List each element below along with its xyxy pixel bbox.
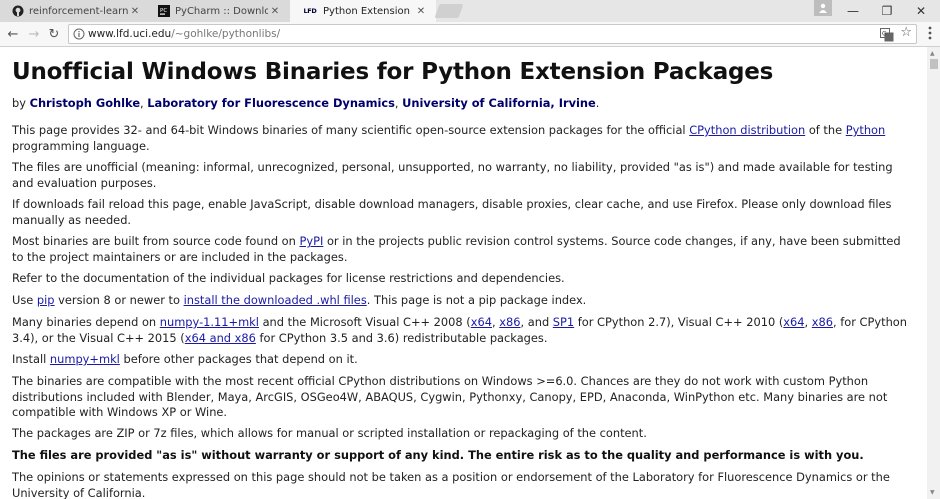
downloads-fail-paragraph: If downloads fail reload this page, enab… (12, 197, 892, 227)
back-button[interactable]: ← (4, 25, 22, 43)
pypi-link[interactable]: PyPI (299, 234, 323, 248)
close-tab-icon[interactable]: ✕ (268, 6, 282, 17)
browser-toolbar: ← → ↻ www.lfd.uci.edu/~gohlke/pythonlibs… (0, 22, 940, 47)
text: version 8 or newer to (54, 293, 184, 307)
disclaimer-paragraph: The opinions or statements expressed on … (12, 470, 890, 499)
new-tab-button[interactable] (434, 4, 464, 18)
cpython-distribution-link[interactable]: CPython distribution (689, 123, 805, 137)
maximize-button[interactable]: ❐ (870, 0, 904, 22)
github-icon (12, 5, 24, 17)
byline-prefix: by (12, 96, 30, 110)
author-link[interactable]: Christoph Gohlke (30, 96, 140, 110)
tab-python-extension-packages[interactable]: LFD Python Extension Packa ✕ (290, 0, 436, 22)
url-path: /~gohlke/pythonlibs/ (171, 28, 281, 40)
tab-label: Python Extension Packa (323, 5, 414, 17)
url-text[interactable]: www.lfd.uci.edu/~gohlke/pythonlibs/ (88, 28, 280, 40)
svg-text:G: G (882, 31, 887, 38)
university-link[interactable]: University of California, Irvine (402, 96, 596, 110)
address-bar[interactable]: www.lfd.uci.edu/~gohlke/pythonlibs/ G ☆ (68, 24, 917, 44)
packages-format-paragraph: The packages are ZIP or 7z files, which … (12, 426, 647, 440)
bookmark-star-icon[interactable]: ☆ (900, 25, 912, 40)
lab-link[interactable]: Laboratory for Fluorescence Dynamics (147, 96, 395, 110)
page-content: Unofficial Windows Binaries for Python E… (0, 47, 927, 499)
dependencies-paragraph: Many binaries depend on numpy-1.11+mkl a… (12, 315, 912, 346)
intro-paragraph: This page provides 32- and 64-bit Window… (12, 123, 912, 154)
text: Install (12, 352, 50, 366)
install-whl-link[interactable]: install the downloaded .whl files (184, 293, 367, 307)
translate-icon[interactable]: G (880, 27, 894, 42)
lfd-icon: LFD (302, 5, 318, 17)
text: Many binaries depend on (12, 315, 160, 329)
menu-icon[interactable] (924, 24, 936, 42)
text: of the (805, 123, 846, 137)
text: for CPython 2.7), Visual C++ 2010 ( (574, 315, 784, 329)
unofficial-paragraph: The files are unofficial (meaning: infor… (12, 160, 893, 190)
vc2008-sp1-link[interactable]: SP1 (553, 315, 574, 329)
text: and the Microsoft Visual C++ 2008 ( (258, 315, 471, 329)
profile-icon[interactable] (814, 0, 832, 16)
close-window-button[interactable]: ✕ (904, 0, 938, 22)
tab-label: reinforcement-learning/ (29, 5, 128, 17)
info-icon[interactable] (72, 27, 86, 41)
vc2008-x86-link[interactable]: x86 (499, 315, 520, 329)
close-tab-icon[interactable]: ✕ (414, 6, 428, 17)
vc2015-link[interactable]: x64 and x86 (185, 331, 256, 345)
pip-link[interactable]: pip (37, 293, 55, 307)
python-link[interactable]: Python (846, 123, 885, 137)
forward-button[interactable]: → (25, 25, 43, 43)
text: , and (520, 315, 553, 329)
scroll-down-icon[interactable]: ▼ (930, 489, 935, 496)
text: . This page is not a pip package index. (366, 293, 587, 307)
page-title: Unofficial Windows Binaries for Python E… (12, 59, 774, 85)
lfd-favicon-text: LFD (303, 7, 317, 15)
svg-text:PC: PC (160, 8, 167, 14)
reload-button[interactable]: ↻ (45, 25, 63, 43)
byline: by Christoph Gohlke, Laboratory for Fluo… (12, 96, 912, 112)
vc2008-x64-link[interactable]: x64 (471, 315, 492, 329)
numpy-mkl-link[interactable]: numpy-1.11+mkl (160, 315, 259, 329)
tab-label: PyCharm :: Download La (175, 5, 268, 17)
url-host: www.lfd.uci.edu (88, 28, 172, 40)
source-code-paragraph: Most binaries are built from source code… (12, 234, 912, 265)
byline-end: . (595, 96, 600, 110)
text: Use (12, 293, 37, 307)
vertical-scrollbar[interactable]: ▲ ▼ (927, 47, 940, 499)
install-numpy-paragraph: Install numpy+mkl before other packages … (12, 352, 912, 368)
scrollbar-thumb[interactable] (930, 59, 938, 69)
vc2010-x86-link[interactable]: x86 (812, 315, 833, 329)
text: Most binaries are built from source code… (12, 234, 300, 248)
text: This page provides 32- and 64-bit Window… (12, 123, 690, 137)
scroll-up-icon[interactable]: ▲ (930, 50, 935, 57)
documentation-paragraph: Refer to the documentation of the indivi… (12, 271, 565, 285)
compatibility-paragraph: The binaries are compatible with the mos… (12, 374, 888, 419)
warranty-paragraph: The files are provided "as is" without w… (12, 448, 864, 462)
pip-paragraph: Use pip version 8 or newer to install th… (12, 293, 912, 309)
minimize-button[interactable]: — (836, 0, 870, 22)
numpy-mkl-install-link[interactable]: numpy+mkl (50, 352, 120, 366)
text: for CPython 3.5 and 3.6) redistributable… (255, 330, 548, 345)
close-tab-icon[interactable]: ✕ (128, 6, 142, 17)
text: programming language. (12, 138, 150, 153)
tab-reinforcement-learning[interactable]: reinforcement-learning/ ✕ (0, 0, 150, 22)
vc2010-x64-link[interactable]: x64 (783, 315, 804, 329)
tab-pycharm[interactable]: PC PyCharm :: Download La ✕ (146, 0, 290, 22)
tab-strip: reinforcement-learning/ ✕ PC PyCharm :: … (0, 0, 940, 22)
text: , (804, 315, 812, 329)
text: before other packages that depend on it. (119, 352, 358, 366)
pycharm-icon: PC (158, 5, 170, 17)
